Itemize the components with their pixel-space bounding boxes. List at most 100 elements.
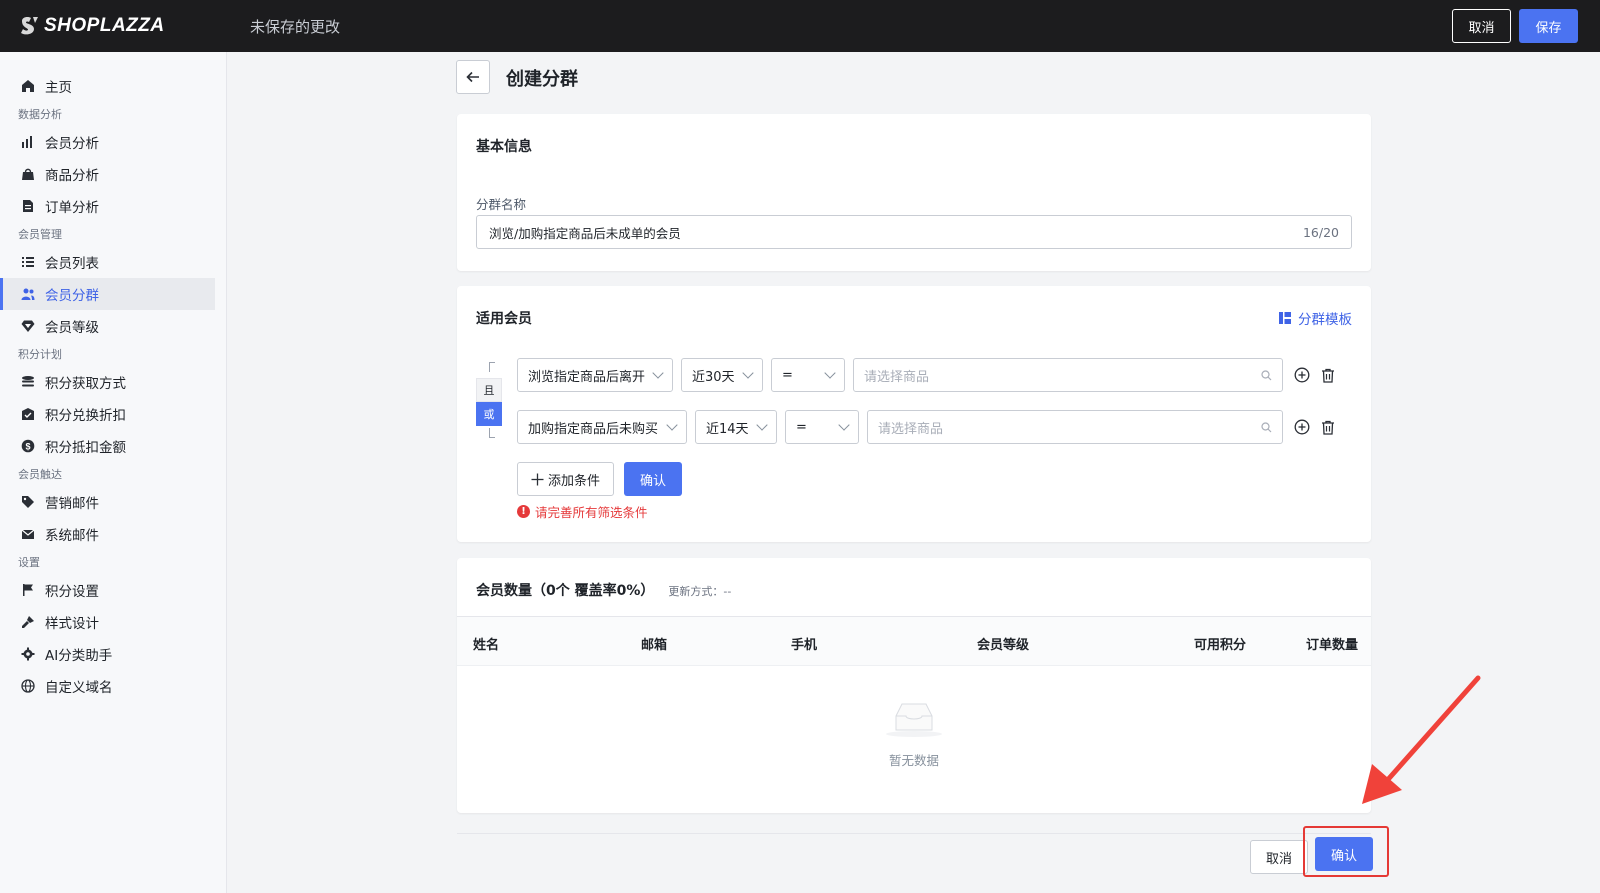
add-condition-label: 添加条件 <box>547 473 600 489</box>
column-header: 手机 <box>791 638 818 653</box>
chevron-down-icon <box>742 367 754 379</box>
behavior-select[interactable]: 浏览指定商品后离开 <box>517 358 673 392</box>
sidebar-item-label: 系统邮件 <box>45 528 99 544</box>
behavior-value: 浏览指定商品后离开 <box>528 369 646 385</box>
topbar-cancel-button[interactable]: 取消 <box>1452 9 1511 43</box>
period-select[interactable]: 近14天 <box>695 410 777 444</box>
trash-icon[interactable] <box>1319 366 1337 384</box>
svg-text:$: $ <box>25 442 30 452</box>
sidebar-item-label: 会员分析 <box>45 136 99 152</box>
search-icon <box>1261 421 1272 432</box>
column-header: 订单数量 <box>1306 638 1359 653</box>
condition-confirm-button[interactable]: 确认 <box>624 462 682 496</box>
sidebar-item-order-analysis[interactable]: 订单分析 <box>0 190 215 222</box>
sidebar-item-points-earning[interactable]: 积分获取方式 <box>0 366 215 398</box>
period-select[interactable]: 近30天 <box>681 358 763 392</box>
sidebar-item-system-email[interactable]: 系统邮件 <box>0 518 215 550</box>
bracket-bottom <box>489 428 495 438</box>
sidebar-item-custom-domain[interactable]: 自定义域名 <box>0 670 215 702</box>
sidebar-item-home[interactable]: 主页 <box>0 70 215 102</box>
footer-confirm-button[interactable]: 确认 <box>1315 837 1373 871</box>
error-icon: ! <box>517 505 530 518</box>
sidebar-item-label: 会员列表 <box>45 256 99 272</box>
shoplazza-logo-icon <box>21 17 38 35</box>
back-button[interactable] <box>456 60 490 94</box>
basic-info-card: 基本信息 分群名称 浏览/加购指定商品后未成单的会员 16/20 <box>457 114 1371 271</box>
sidebar-item-style-design[interactable]: 样式设计 <box>0 606 215 638</box>
add-circle-icon[interactable] <box>1293 418 1311 436</box>
behavior-value: 加购指定商品后未购买 <box>528 421 659 437</box>
sidebar-item-member-segments[interactable]: 会员分群 <box>0 278 215 310</box>
footer-cancel-button[interactable]: 取消 <box>1250 840 1308 874</box>
segment-name-input[interactable]: 浏览/加购指定商品后未成单的会员 16/20 <box>476 215 1352 249</box>
product-select-input[interactable]: 请选择商品 <box>853 358 1283 392</box>
plus-icon <box>531 473 544 485</box>
sidebar-item-label: 商品分析 <box>45 168 99 184</box>
diamond-icon <box>20 318 36 334</box>
gear-icon <box>20 646 36 662</box>
flag-icon <box>20 582 36 598</box>
document-icon <box>20 198 36 214</box>
arrow-left-icon <box>466 71 479 83</box>
chevron-down-icon <box>824 367 836 379</box>
sidebar-item-label: 会员等级 <box>45 320 99 336</box>
users-icon <box>20 286 36 302</box>
dollar-coin-icon: $ <box>20 438 36 454</box>
error-text: 请完善所有筛选条件 <box>535 505 648 520</box>
logic-or-option[interactable]: 或 <box>476 402 502 426</box>
sidebar-item-member-analysis[interactable]: 会员分析 <box>0 126 215 158</box>
sidebar-section-title: 设置 <box>18 556 40 569</box>
bar-chart-icon <box>20 134 36 150</box>
empty-inbox-icon <box>886 703 942 737</box>
sidebar-item-points-settings[interactable]: 积分设置 <box>0 574 215 606</box>
sidebar-item-marketing-email[interactable]: 营销邮件 <box>0 486 215 518</box>
validation-error: ! 请完善所有筛选条件 <box>517 502 648 521</box>
footer-divider <box>457 833 1371 834</box>
logic-switch: 且 或 <box>476 362 502 438</box>
empty-state: 暂无数据 <box>457 698 1371 769</box>
sidebar-item-label: 订单分析 <box>45 200 99 216</box>
trash-icon[interactable] <box>1319 418 1337 436</box>
template-link-label: 分群模板 <box>1298 312 1352 328</box>
top-bar: SHOPLAZZA 未保存的更改 取消 保存 <box>0 0 1600 52</box>
column-header: 邮箱 <box>641 638 668 653</box>
sidebar-item-points-deduct[interactable]: $ 积分抵扣金额 <box>0 430 215 462</box>
sidebar-item-label: 主页 <box>45 80 72 96</box>
product-select-input[interactable]: 请选择商品 <box>867 410 1283 444</box>
operator-value: = <box>782 367 793 383</box>
sidebar-item-label: 自定义域名 <box>45 680 113 696</box>
member-count-card: 会员数量（0个 覆盖率0%） 更新方式：-- 姓名 邮箱 手机 会员等级 可用积… <box>457 558 1371 813</box>
logic-and-option[interactable]: 且 <box>476 378 502 402</box>
table-header: 姓名 邮箱 手机 会员等级 可用积分 订单数量 <box>457 616 1371 666</box>
sidebar-item-member-list[interactable]: 会员列表 <box>0 246 215 278</box>
sidebar: 主页 数据分析 会员分析 商品分析 订单分析 会员管理 会员列表 会员分群 会员… <box>0 52 227 893</box>
sidebar-section-title: 会员管理 <box>18 228 62 241</box>
sidebar-item-points-redeem[interactable]: 积分兑换折扣 <box>0 398 215 430</box>
product-placeholder: 请选择商品 <box>878 421 944 437</box>
sidebar-item-label: 营销邮件 <box>45 496 99 512</box>
search-icon <box>1261 369 1272 380</box>
operator-value: = <box>796 419 807 435</box>
home-icon <box>20 78 36 94</box>
sidebar-item-label: AI分类助手 <box>45 648 113 664</box>
page-title: 创建分群 <box>506 69 578 90</box>
operator-select[interactable]: = <box>785 410 859 444</box>
operator-select[interactable]: = <box>771 358 845 392</box>
sidebar-item-member-levels[interactable]: 会员等级 <box>0 310 215 342</box>
brand-logo[interactable]: SHOPLAZZA <box>18 15 250 37</box>
topbar-save-button[interactable]: 保存 <box>1519 9 1578 43</box>
add-condition-button[interactable]: 添加条件 <box>517 462 614 496</box>
chevron-down-icon <box>652 367 664 379</box>
sidebar-section-title: 数据分析 <box>18 108 62 121</box>
column-header: 姓名 <box>473 638 500 653</box>
sidebar-item-product-analysis[interactable]: 商品分析 <box>0 158 215 190</box>
empty-text: 暂无数据 <box>888 753 939 768</box>
bracket-top <box>489 362 495 372</box>
sidebar-item-ai-assistant[interactable]: AI分类助手 <box>0 638 215 670</box>
period-value: 近14天 <box>706 421 749 437</box>
add-circle-icon[interactable] <box>1293 366 1311 384</box>
segment-template-link[interactable]: 分群模板 <box>1278 308 1352 328</box>
segment-name-label: 分群名称 <box>476 197 527 212</box>
behavior-select[interactable]: 加购指定商品后未购买 <box>517 410 687 444</box>
applicable-members-card: 适用会员 分群模板 且 或 浏览指定商品后离开 近30天 = 请选择商品 加购指… <box>457 286 1371 542</box>
